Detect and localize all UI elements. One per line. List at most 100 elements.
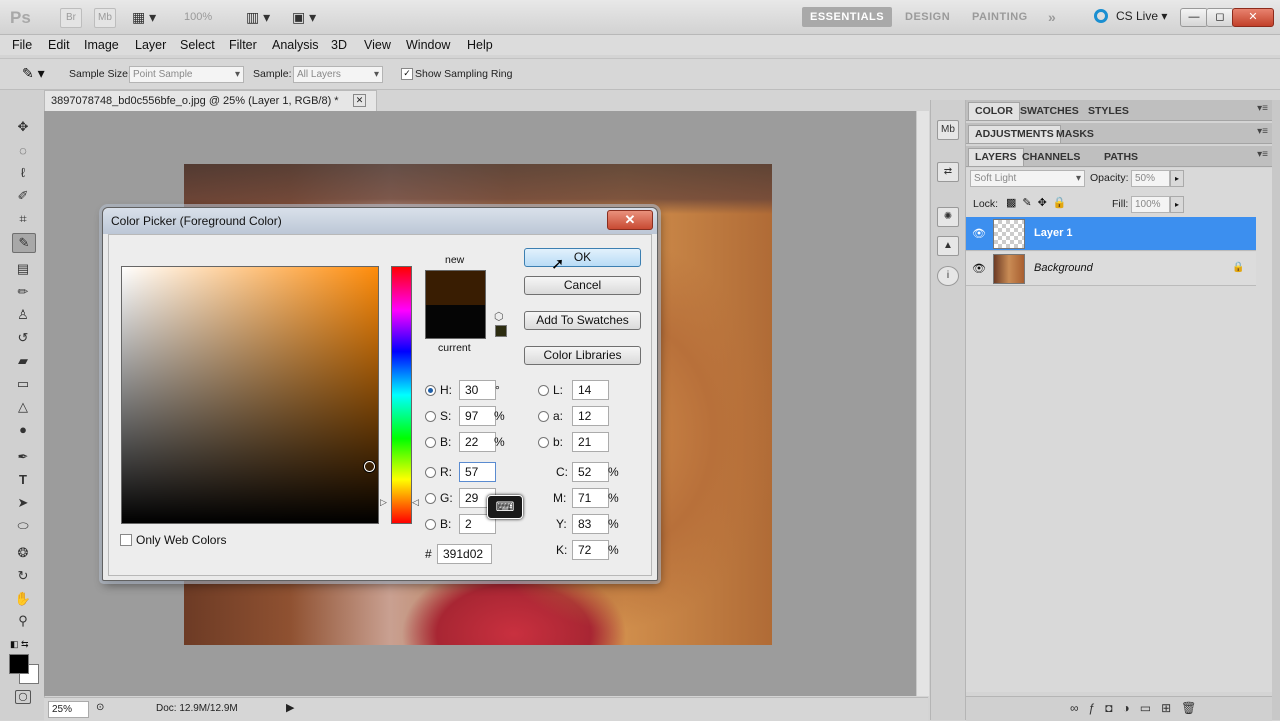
- menu-image[interactable]: Image: [84, 38, 119, 52]
- move-tool-icon[interactable]: ✥: [12, 118, 34, 136]
- window-close-button[interactable]: ✕: [1232, 8, 1274, 27]
- workspace-design[interactable]: DESIGN: [905, 7, 950, 27]
- brush-tool-icon[interactable]: ✏: [12, 283, 34, 301]
- zoom-field[interactable]: 25%: [48, 701, 89, 718]
- menu-help[interactable]: Help: [467, 38, 493, 52]
- menu-view[interactable]: View: [364, 38, 391, 52]
- tab-color[interactable]: COLOR: [968, 102, 1020, 120]
- 3d-rotate-tool-icon[interactable]: ❂: [12, 544, 34, 562]
- fill-field[interactable]: 100%: [1131, 196, 1170, 213]
- clone-stamp-tool-icon[interactable]: ♙: [12, 306, 34, 324]
- lock-options-icons[interactable]: ▩✎✥🔒: [1006, 196, 1073, 209]
- close-document-icon[interactable]: ✕: [353, 94, 366, 107]
- sample-size-select[interactable]: Point Sample ▾: [129, 66, 244, 83]
- blur-tool-icon[interactable]: △: [12, 398, 34, 416]
- crop-tool-icon[interactable]: ⌗: [12, 210, 34, 228]
- menu-filter[interactable]: Filter: [229, 38, 257, 52]
- add-to-swatches-button[interactable]: Add To Swatches: [524, 311, 641, 330]
- gradient-tool-icon[interactable]: ▭: [12, 375, 34, 393]
- tab-channels[interactable]: CHANNELS: [1016, 149, 1086, 166]
- panel-menu-icon[interactable]: ▾≡: [1257, 126, 1268, 137]
- quick-selection-tool-icon[interactable]: ✐: [12, 187, 34, 205]
- mini-bridge-button[interactable]: Mb: [94, 8, 116, 28]
- arrange-documents-icon[interactable]: ▥ ▾: [246, 9, 270, 26]
- ok-button[interactable]: OK: [524, 248, 641, 267]
- lab-b-field[interactable]: 21: [572, 432, 609, 452]
- maximize-button[interactable]: ◻: [1206, 8, 1234, 27]
- pen-tool-icon[interactable]: ✒: [12, 448, 34, 466]
- black-field[interactable]: 72: [572, 540, 609, 560]
- opacity-field[interactable]: 50%: [1131, 170, 1170, 187]
- bridge-button[interactable]: Br: [60, 8, 82, 28]
- hue-slider[interactable]: [391, 266, 412, 524]
- opacity-slider-arrow-icon[interactable]: ▸: [1170, 170, 1184, 187]
- color-field-marker[interactable]: [364, 461, 375, 472]
- tab-adjustments[interactable]: ADJUSTMENTS: [968, 125, 1061, 143]
- visibility-eye-icon[interactable]: 👁: [972, 262, 986, 275]
- tab-styles[interactable]: STYLES: [1082, 103, 1135, 120]
- lab-b-radio[interactable]: [538, 437, 549, 448]
- color-libraries-button[interactable]: Color Libraries: [524, 346, 641, 365]
- lab-l-radio[interactable]: [538, 385, 549, 396]
- hand-tool-icon[interactable]: ✋: [12, 590, 34, 608]
- panel-menu-icon[interactable]: ▾≡: [1257, 103, 1268, 114]
- type-tool-icon[interactable]: T: [12, 471, 34, 489]
- panel-scrollbar[interactable]: [1272, 100, 1280, 720]
- panel-menu-icon[interactable]: ▾≡: [1257, 149, 1268, 160]
- history-panel-icon[interactable]: ⇄: [937, 162, 959, 182]
- info-panel-icon[interactable]: i: [937, 266, 959, 286]
- more-workspaces-button[interactable]: »: [1048, 7, 1056, 27]
- foreground-color-swatch[interactable]: [9, 654, 29, 674]
- lab-a-field[interactable]: 12: [572, 406, 609, 426]
- saturation-radio[interactable]: [425, 411, 436, 422]
- dialog-close-button[interactable]: ✕: [607, 210, 653, 230]
- brightness-field[interactable]: 22: [459, 432, 496, 452]
- minimize-button[interactable]: —: [1180, 8, 1208, 27]
- lab-l-field[interactable]: 14: [572, 380, 609, 400]
- tab-masks[interactable]: MASKS: [1050, 126, 1100, 143]
- hue-radio[interactable]: [425, 385, 436, 396]
- status-menu-arrow-icon[interactable]: ▶: [286, 701, 294, 714]
- navigator-panel-icon[interactable]: ✺: [937, 207, 959, 227]
- visibility-eye-icon[interactable]: 👁: [972, 227, 986, 240]
- menu-select[interactable]: Select: [180, 38, 215, 52]
- layer-actions-icons[interactable]: ∞ƒ◘◑▭⊞🗑: [1070, 701, 1206, 715]
- view-extras-icon[interactable]: ▦ ▾: [132, 9, 156, 26]
- saturation-brightness-field[interactable]: [121, 266, 379, 524]
- web-safe-cube-icon[interactable]: ⬡: [494, 310, 504, 323]
- document-tab[interactable]: 3897078748_bd0c556bfe_o.jpg @ 25% (Layer…: [44, 90, 377, 111]
- cancel-button[interactable]: Cancel: [524, 276, 641, 295]
- spot-healing-tool-icon[interactable]: ▤: [12, 260, 34, 278]
- blue-radio[interactable]: [425, 519, 436, 530]
- marquee-tool-icon[interactable]: ◌: [12, 142, 34, 160]
- history-brush-tool-icon[interactable]: ↺: [12, 329, 34, 347]
- workspace-painting[interactable]: PAINTING: [972, 7, 1028, 27]
- show-sampling-ring-checkbox[interactable]: ✓: [401, 68, 413, 80]
- web-safe-color-swatch[interactable]: [495, 325, 507, 337]
- menu-layer[interactable]: Layer: [135, 38, 166, 52]
- fill-slider-arrow-icon[interactable]: ▸: [1170, 196, 1184, 213]
- saturation-field[interactable]: 97: [459, 406, 496, 426]
- menu-edit[interactable]: Edit: [48, 38, 70, 52]
- workspace-essentials[interactable]: ESSENTIALS: [802, 7, 893, 27]
- current-color-swatch[interactable]: [425, 305, 486, 339]
- magenta-field[interactable]: 71: [572, 488, 609, 508]
- histogram-panel-icon[interactable]: ▲: [937, 236, 959, 256]
- status-options-icon[interactable]: ⊙: [96, 702, 104, 713]
- layer-row-background[interactable]: 👁 Background 🔒: [966, 252, 1256, 286]
- brightness-radio[interactable]: [425, 437, 436, 448]
- red-field[interactable]: 57: [459, 462, 496, 482]
- 3d-orbit-tool-icon[interactable]: ↻: [12, 567, 34, 585]
- hue-slider-left-arrow-icon[interactable]: ▷: [380, 497, 387, 508]
- tab-paths[interactable]: PATHS: [1098, 149, 1144, 166]
- blend-mode-select[interactable]: Soft Light ▾: [970, 170, 1085, 187]
- shape-tool-icon[interactable]: ⬭: [12, 517, 34, 535]
- green-radio[interactable]: [425, 493, 436, 504]
- zoom-level-display[interactable]: 100%: [184, 11, 212, 23]
- layer-row-layer-1[interactable]: 👁 Layer 1: [966, 217, 1256, 251]
- lasso-tool-icon[interactable]: ℓ: [12, 164, 34, 182]
- hex-field[interactable]: 391d02: [437, 544, 492, 564]
- dodge-tool-icon[interactable]: ●: [12, 421, 34, 439]
- tab-swatches[interactable]: SWATCHES: [1014, 103, 1085, 120]
- quick-mask-icon[interactable]: ◯: [15, 690, 31, 704]
